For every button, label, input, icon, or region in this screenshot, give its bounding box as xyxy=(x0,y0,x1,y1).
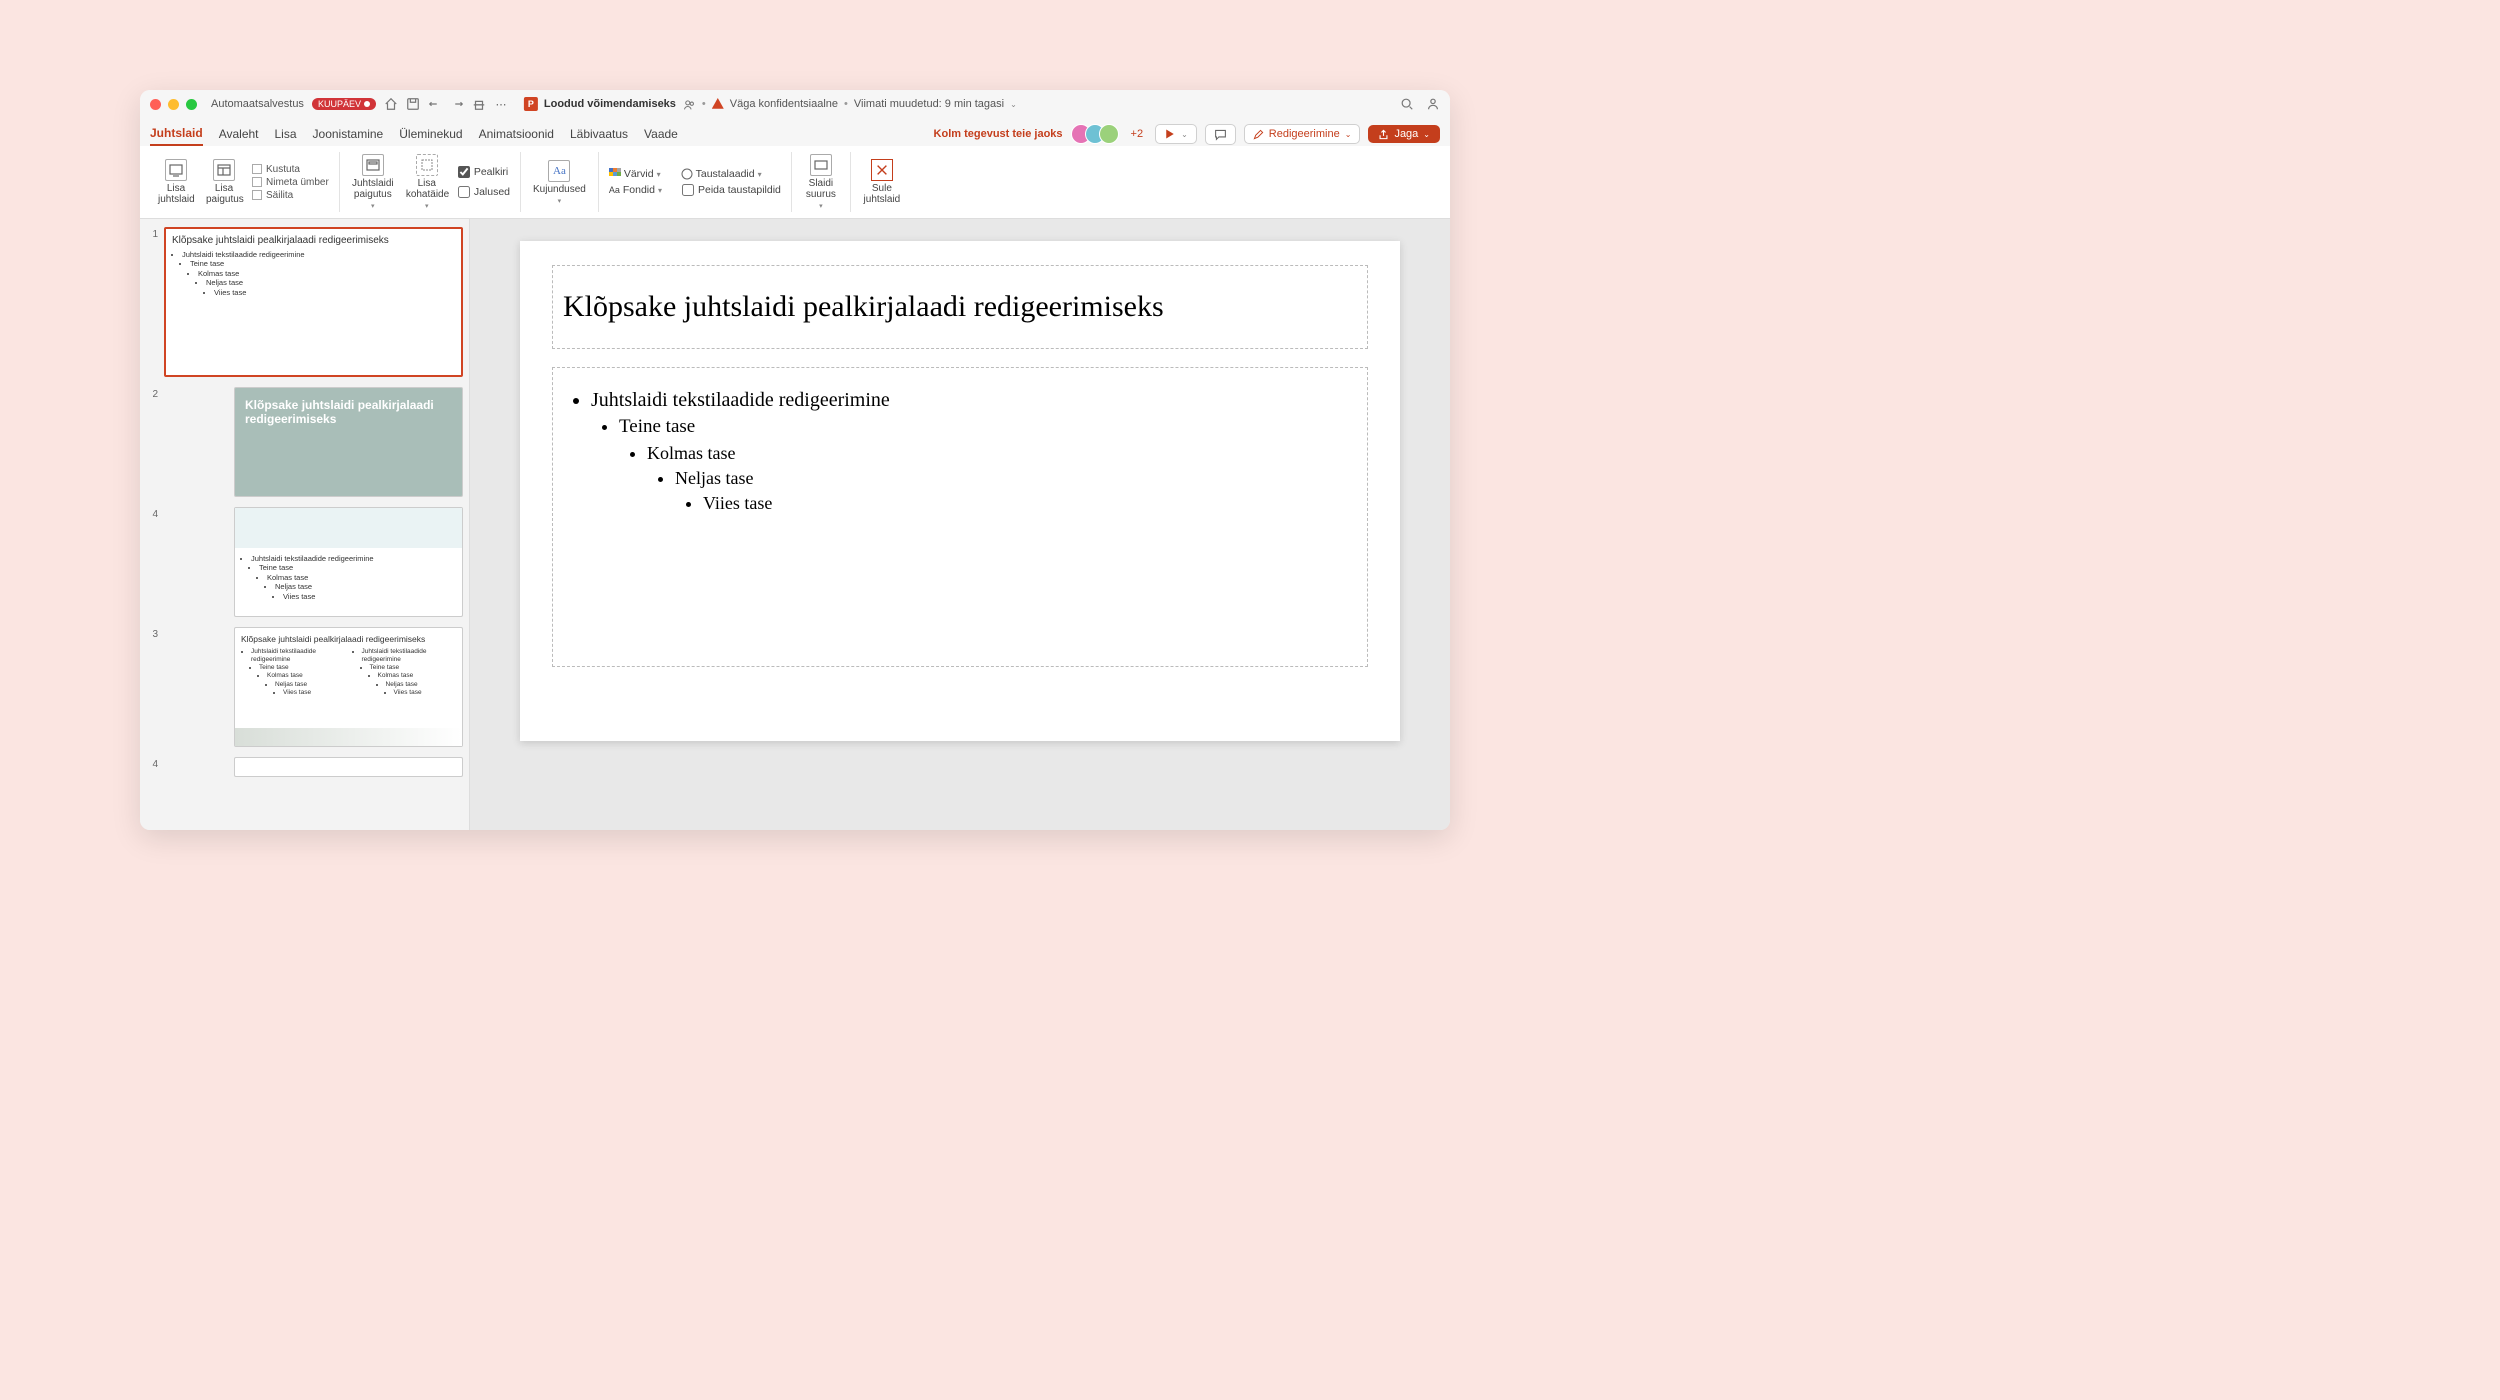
title-checkbox[interactable]: Pealkiri xyxy=(458,166,510,178)
tab-draw[interactable]: Joonistamine xyxy=(313,123,384,145)
preserve-button[interactable]: Säilita xyxy=(252,190,329,201)
thumb-title: Klõpsake juhtslaidi pealkirjalaadi redig… xyxy=(172,235,455,246)
body-l1: Juhtslaidi tekstilaadide redigeerimine xyxy=(591,386,1353,414)
tab-insert[interactable]: Lisa xyxy=(275,123,297,145)
titlebar: Automaatsalvestus KUUPÄEV ⋯ P Loodud või… xyxy=(140,90,1450,118)
insert-slide-master-button[interactable]: Lisa juhtslaid xyxy=(156,157,196,207)
workspace: 1 Klõpsake juhtslaidi pealkirjalaadi red… xyxy=(140,219,1450,830)
tab-review[interactable]: Läbivaatus xyxy=(570,123,628,145)
sensitivity-icon xyxy=(712,98,724,110)
themes-button[interactable]: Aa Kujundused ▾ xyxy=(531,158,588,207)
edit-master-list: Kustuta Nimeta ümber Säilita xyxy=(252,164,329,201)
label: Lisa paigutus xyxy=(206,183,242,205)
tab-animations[interactable]: Animatsioonid xyxy=(479,123,554,145)
print-icon[interactable] xyxy=(472,97,486,111)
body-l2: Teine tase xyxy=(619,414,1353,441)
label: Lisa kohatäide xyxy=(406,178,448,200)
rename-button[interactable]: Nimeta ümber xyxy=(252,177,329,188)
body-placeholder[interactable]: Juhtslaidi tekstilaadide redigeerimine T… xyxy=(552,367,1368,667)
label: Slaidi suurus xyxy=(804,178,838,200)
comments-button[interactable] xyxy=(1205,124,1236,145)
activity-text[interactable]: Kolm tegevust teie jaoks xyxy=(934,128,1063,140)
home-icon[interactable] xyxy=(384,97,398,111)
close-master-button[interactable]: Sule juhtslaid xyxy=(861,157,903,207)
maximize-window-icon[interactable] xyxy=(186,99,197,110)
tabs-right: Kolm tegevust teie jaoks +2 ⌄ Redigeerim… xyxy=(934,124,1440,145)
body-l3: Kolmas tase xyxy=(647,441,1353,466)
thumb-title: Klõpsake juhtslaidi pealkirjalaadi redig… xyxy=(245,398,452,427)
tab-view[interactable]: Vaade xyxy=(644,123,678,145)
editing-mode-button[interactable]: Redigeerimine ⌄ xyxy=(1244,124,1361,144)
search-icon[interactable] xyxy=(1400,97,1414,111)
body-l5: Viies tase xyxy=(703,491,1353,516)
thumb-title: Klõpsake juhtslaidi pealkirjalaadi redig… xyxy=(241,634,456,644)
save-icon[interactable] xyxy=(406,97,420,111)
slide[interactable]: Klõpsake juhtslaidi pealkirjalaadi redig… xyxy=(520,241,1400,741)
thumb-layout-blank[interactable] xyxy=(234,757,463,777)
person-icon[interactable] xyxy=(1426,97,1440,111)
thumb-layout-title[interactable]: Klõpsake juhtslaidi pealkirjalaadi redig… xyxy=(234,387,463,497)
thumb-layout-two-content[interactable]: Klõpsake juhtslaidi pealkirjalaadi redig… xyxy=(234,627,463,747)
people-icon[interactable] xyxy=(682,97,696,111)
present-button[interactable]: ⌄ xyxy=(1155,124,1197,144)
insert-placeholder-button[interactable]: Lisa kohatäide ▾ xyxy=(404,152,450,212)
app-window: Automaatsalvestus KUUPÄEV ⋯ P Loodud või… xyxy=(140,90,1450,830)
thumb-l1: Juhtslaidi tekstilaadide redigeerimine xyxy=(182,250,455,259)
document-title[interactable]: Loodud võimendamiseks xyxy=(544,98,676,110)
minimize-window-icon[interactable] xyxy=(168,99,179,110)
redo-icon[interactable] xyxy=(450,97,464,111)
more-presence[interactable]: +2 xyxy=(1131,128,1144,140)
undo-icon[interactable] xyxy=(428,97,442,111)
last-modified[interactable]: Viimati muudetud: 9 min tagasi xyxy=(854,98,1004,110)
ribbon-tabs: Juhtslaid Avaleht Lisa Joonistamine Ülem… xyxy=(140,118,1450,146)
thumb-number: 4 xyxy=(146,757,158,770)
thumb-l2: Teine tase xyxy=(190,259,455,268)
bg-styles-dropdown[interactable]: Taustalaadid xyxy=(681,168,762,180)
window-controls xyxy=(150,99,197,110)
thumb-master[interactable]: Klõpsake juhtslaidi pealkirjalaadi redig… xyxy=(164,227,463,377)
tab-home[interactable]: Avaleht xyxy=(219,123,259,145)
close-window-icon[interactable] xyxy=(150,99,161,110)
label: Juhtslaidi paigutus xyxy=(352,178,394,200)
fonts-dropdown[interactable]: AaFondid xyxy=(609,184,662,196)
footers-checkbox[interactable]: Jalused xyxy=(458,186,510,198)
slide-canvas[interactable]: Klõpsake juhtslaidi pealkirjalaadi redig… xyxy=(470,219,1450,830)
ribbon: Lisa juhtslaid Lisa paigutus Kustuta Nim… xyxy=(140,146,1450,219)
thumbnail-pane[interactable]: 1 Klõpsake juhtslaidi pealkirjalaadi red… xyxy=(140,219,470,830)
avatar xyxy=(1099,124,1119,144)
label: Kujundused xyxy=(533,184,586,195)
body-l4: Neljas tase xyxy=(675,466,1353,491)
thumb-number: 2 xyxy=(146,387,158,400)
label: Sule juhtslaid xyxy=(863,183,901,205)
share-button[interactable]: Jaga ⌄ xyxy=(1368,125,1440,143)
powerpoint-icon: P xyxy=(524,97,538,111)
thumb-l5: Viies tase xyxy=(214,288,455,297)
presence-avatars[interactable] xyxy=(1071,124,1119,144)
thumb-l3: Kolmas tase xyxy=(198,269,455,278)
tab-transitions[interactable]: Üleminekud xyxy=(399,123,462,145)
editing-label: Redigeerimine xyxy=(1269,128,1340,140)
insert-layout-button[interactable]: Lisa paigutus xyxy=(204,157,244,207)
title-placeholder[interactable]: Klõpsake juhtslaidi pealkirjalaadi redig… xyxy=(552,265,1368,349)
thumb-number: 3 xyxy=(146,627,158,640)
slide-size-button[interactable]: Slaidi suurus ▾ xyxy=(802,152,840,212)
hide-bg-checkbox[interactable]: Peida taustapildid xyxy=(682,184,781,196)
thumb-l4: Neljas tase xyxy=(206,278,455,287)
delete-button[interactable]: Kustuta xyxy=(252,164,329,175)
autosave-label: Automaatsalvestus xyxy=(211,98,304,110)
thumb-number: 1 xyxy=(146,227,158,240)
share-label: Jaga xyxy=(1394,128,1418,140)
label: Lisa juhtslaid xyxy=(158,183,194,205)
autosave-badge[interactable]: KUUPÄEV xyxy=(312,98,376,110)
colors-dropdown[interactable]: Värvid xyxy=(609,168,661,180)
sensitivity-label[interactable]: Väga konfidentsiaalne xyxy=(730,98,838,110)
tab-slide-master[interactable]: Juhtslaid xyxy=(150,122,203,146)
thumb-layout-content[interactable]: Juhtslaidi tekstilaadide redigeerimine T… xyxy=(234,507,463,617)
master-layout-button[interactable]: Juhtslaidi paigutus ▾ xyxy=(350,152,396,212)
more-icon[interactable]: ⋯ xyxy=(494,97,508,111)
thumb-number: 4 xyxy=(146,507,158,520)
document-title-area: P Loodud võimendamiseks • Väga konfident… xyxy=(524,97,1017,111)
